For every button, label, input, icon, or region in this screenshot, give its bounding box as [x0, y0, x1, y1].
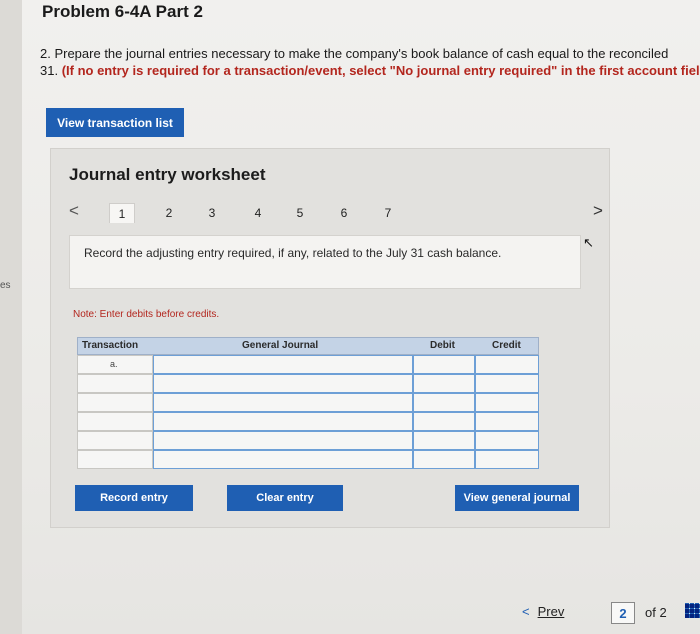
- table-row: [77, 412, 539, 431]
- prev-label: Prev: [537, 604, 565, 619]
- transaction-label: a.: [110, 359, 118, 369]
- step-tab-6[interactable]: 6: [331, 203, 357, 223]
- account-input[interactable]: [153, 431, 413, 450]
- credit-input[interactable]: [475, 355, 539, 374]
- step-tab-3[interactable]: 3: [199, 203, 225, 223]
- chevron-right-icon[interactable]: >: [593, 201, 603, 221]
- instructions-line-2-prefix: 31.: [40, 63, 62, 78]
- cell-transaction: [77, 393, 153, 412]
- page: es Problem 6-4A Part 2 2. Prepare the jo…: [0, 0, 700, 634]
- clear-entry-button[interactable]: Clear entry: [227, 485, 343, 511]
- table-row: a.: [77, 355, 539, 374]
- step-navigation: < 1 2 3 4 5 6 7 >: [65, 201, 605, 223]
- account-input[interactable]: [153, 393, 413, 412]
- step-tab-5[interactable]: 5: [287, 203, 313, 223]
- record-entry-button[interactable]: Record entry: [75, 485, 193, 511]
- step-tab-1[interactable]: 1: [109, 203, 135, 223]
- account-input[interactable]: [153, 450, 413, 469]
- table-header: Transaction General Journal Debit Credit: [77, 337, 539, 355]
- mouse-cursor-icon: ↖: [583, 235, 594, 250]
- step-tab-4[interactable]: 4: [245, 203, 271, 223]
- grid-icon[interactable]: [685, 603, 700, 618]
- left-gutter: [0, 0, 22, 634]
- entry-prompt: Record the adjusting entry required, if …: [69, 235, 581, 289]
- instructions-line-2: 31. (If no entry is required for a trans…: [40, 62, 700, 79]
- account-input[interactable]: [153, 374, 413, 393]
- note-text: Note: Enter debits before credits.: [73, 309, 220, 320]
- journal-table: Transaction General Journal Debit Credit…: [77, 337, 539, 471]
- credit-input[interactable]: [475, 431, 539, 450]
- journal-entry-worksheet: Journal entry worksheet < 1 2 3 4 5 6 7 …: [50, 148, 610, 528]
- table-row: [77, 374, 539, 393]
- credit-input[interactable]: [475, 374, 539, 393]
- worksheet-title: Journal entry worksheet: [69, 165, 266, 184]
- debit-input[interactable]: [413, 393, 475, 412]
- view-transaction-list-button[interactable]: View transaction list: [46, 108, 184, 137]
- instructions: 2. Prepare the journal entries necessary…: [40, 45, 700, 79]
- credit-input[interactable]: [475, 412, 539, 431]
- credit-input[interactable]: [475, 393, 539, 412]
- debit-input[interactable]: [413, 431, 475, 450]
- table-row: [77, 431, 539, 450]
- gutter-text: es: [0, 280, 11, 291]
- debit-input[interactable]: [413, 355, 475, 374]
- page-total: of 2: [645, 605, 667, 620]
- chevron-left-icon[interactable]: <: [69, 201, 79, 221]
- account-input[interactable]: [153, 412, 413, 431]
- credit-input[interactable]: [475, 450, 539, 469]
- account-input[interactable]: [153, 355, 413, 374]
- cell-transaction: [77, 374, 153, 393]
- current-page-input[interactable]: 2: [611, 602, 635, 624]
- debit-input[interactable]: [413, 374, 475, 393]
- header-general-journal: General Journal: [242, 340, 319, 351]
- instructions-line-2-red: (If no entry is required for a transacti…: [61, 63, 700, 78]
- header-credit: Credit: [492, 340, 521, 351]
- header-debit: Debit: [430, 340, 455, 351]
- cell-transaction: [77, 450, 153, 469]
- prev-link[interactable]: < Prev: [522, 604, 564, 619]
- chevron-left-icon: <: [522, 604, 530, 619]
- step-tab-7[interactable]: 7: [375, 203, 401, 223]
- instructions-line-1: 2. Prepare the journal entries necessary…: [40, 46, 669, 61]
- debit-input[interactable]: [413, 412, 475, 431]
- page-title: Problem 6-4A Part 2: [42, 2, 203, 21]
- view-general-journal-button[interactable]: View general journal: [455, 485, 579, 511]
- table-row: [77, 393, 539, 412]
- cell-transaction: [77, 412, 153, 431]
- debit-input[interactable]: [413, 450, 475, 469]
- header-transaction: Transaction: [82, 340, 139, 351]
- cell-transaction: a.: [77, 355, 153, 374]
- table-row: [77, 450, 539, 469]
- step-tab-2[interactable]: 2: [156, 203, 182, 223]
- cell-transaction: [77, 431, 153, 450]
